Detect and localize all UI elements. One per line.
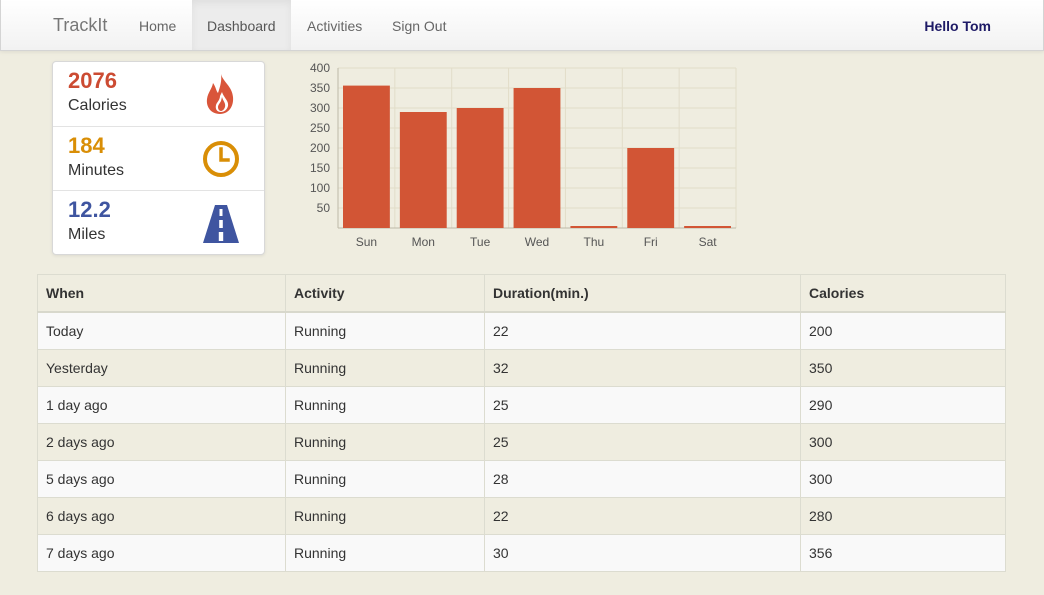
stat-minutes: 184 Minutes xyxy=(53,126,264,191)
cell-when: 7 days ago xyxy=(37,534,286,572)
cell-activity: Running xyxy=(285,349,485,387)
column-header-duration: Duration(min.) xyxy=(484,274,801,313)
column-header-activity: Activity xyxy=(285,274,485,313)
stat-calories: 2076 Calories xyxy=(53,62,264,126)
nav-item-home[interactable]: Home xyxy=(124,0,191,50)
navbar: TrackIt Home Dashboard Activities Sign O… xyxy=(0,0,1044,51)
bar xyxy=(513,88,561,228)
cell-activity: Running xyxy=(285,497,485,535)
stat-label: Minutes xyxy=(68,162,125,179)
table-row: Yesterday Running 32 350 xyxy=(37,349,1006,387)
column-header-calories: Calories xyxy=(800,274,1006,313)
y-tick-label: 250 xyxy=(310,121,330,135)
cell-duration: 32 xyxy=(484,349,801,387)
bar xyxy=(684,226,731,228)
cell-activity: Running xyxy=(285,423,485,461)
nav-item-activities[interactable]: Activities xyxy=(292,0,377,50)
y-tick-label: 400 xyxy=(310,61,330,75)
cell-calories: 300 xyxy=(800,423,1006,461)
bar xyxy=(399,112,447,228)
y-tick-label: 200 xyxy=(310,141,330,155)
x-tick-label: Mon xyxy=(412,235,435,249)
cell-duration: 28 xyxy=(484,460,801,498)
flame-icon xyxy=(206,74,234,114)
cell-calories: 350 xyxy=(800,349,1006,387)
cell-activity: Running xyxy=(285,534,485,572)
y-tick-label: 350 xyxy=(310,81,330,95)
user-greeting: Hello Tom xyxy=(924,18,991,34)
table-row: 1 day ago Running 25 290 xyxy=(37,386,1006,424)
bar xyxy=(570,226,618,228)
cell-when: 2 days ago xyxy=(37,423,286,461)
bar xyxy=(456,108,504,228)
table-row: 5 days ago Running 28 300 xyxy=(37,460,1006,498)
road-icon xyxy=(203,205,239,243)
cell-calories: 200 xyxy=(800,311,1006,350)
cell-calories: 290 xyxy=(800,386,1006,424)
cell-activity: Running xyxy=(285,386,485,424)
cell-calories: 356 xyxy=(800,534,1006,572)
x-tick-label: Thu xyxy=(584,235,605,249)
brand-link[interactable]: TrackIt xyxy=(53,15,107,36)
x-tick-label: Tue xyxy=(470,235,491,249)
cell-when: 6 days ago xyxy=(37,497,286,535)
clock-icon xyxy=(203,141,239,177)
bar xyxy=(627,148,675,228)
x-tick-label: Sat xyxy=(699,235,718,249)
cell-when: 5 days ago xyxy=(37,460,286,498)
cell-when: Today xyxy=(37,311,286,350)
activity-table: When Activity Duration(min.) Calories To… xyxy=(37,274,1006,572)
stats-card: 2076 Calories 184 Minutes 12.2 Miles xyxy=(52,61,265,255)
stat-value: 184 xyxy=(68,133,105,158)
y-tick-label: 300 xyxy=(310,101,330,115)
cell-duration: 25 xyxy=(484,423,801,461)
cell-when: 1 day ago xyxy=(37,386,286,424)
nav-item-sign-out[interactable]: Sign Out xyxy=(377,0,461,50)
x-tick-label: Wed xyxy=(525,235,549,249)
bar xyxy=(343,85,390,228)
cell-activity: Running xyxy=(285,460,485,498)
y-tick-label: 100 xyxy=(310,181,330,195)
table-row: 2 days ago Running 25 300 xyxy=(37,423,1006,461)
cell-calories: 280 xyxy=(800,497,1006,535)
stat-value: 2076 xyxy=(68,68,117,93)
stat-value: 12.2 xyxy=(68,197,111,222)
stat-label: Calories xyxy=(68,97,127,114)
cell-when: Yesterday xyxy=(37,349,286,387)
table-row: 7 days ago Running 30 356 xyxy=(37,534,1006,572)
x-tick-label: Sun xyxy=(356,235,377,249)
calories-bar-chart: 400 350 300 250 200 150 100 50 Sun Mon Tue Wed Thu Fr… xyxy=(310,61,737,249)
stat-miles: 12.2 Miles xyxy=(53,190,264,255)
cell-activity: Running xyxy=(285,311,485,350)
table-row: Today Running 22 200 xyxy=(37,311,1006,350)
y-tick-label: 150 xyxy=(310,161,330,175)
x-tick-label: Fri xyxy=(644,235,658,249)
cell-calories: 300 xyxy=(800,460,1006,498)
column-header-when: When xyxy=(37,274,286,313)
nav-item-dashboard[interactable]: Dashboard xyxy=(192,0,291,50)
table-header-row: When Activity Duration(min.) Calories xyxy=(37,274,1006,313)
cell-duration: 22 xyxy=(484,311,801,350)
stat-label: Miles xyxy=(68,226,106,243)
cell-duration: 22 xyxy=(484,497,801,535)
table-row: 6 days ago Running 22 280 xyxy=(37,497,1006,535)
cell-duration: 30 xyxy=(484,534,801,572)
cell-duration: 25 xyxy=(484,386,801,424)
y-tick-label: 50 xyxy=(317,201,331,215)
